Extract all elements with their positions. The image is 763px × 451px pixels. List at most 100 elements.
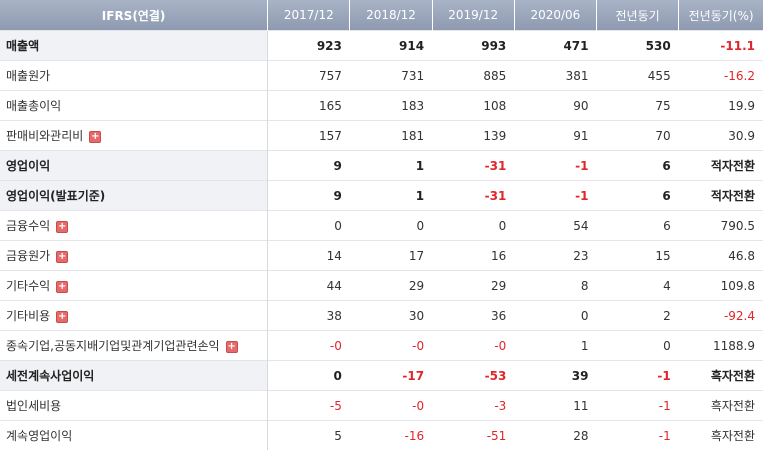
value-cell: 29 [432,270,515,301]
value-cell: 30.9 [678,120,763,151]
value-cell: 0 [267,360,350,391]
value-cell: 993 [432,30,515,61]
expand-plus-icon[interactable]: + [56,280,69,293]
expand-plus-icon[interactable]: + [225,340,238,353]
row-label: 기타수익 [6,279,51,293]
row-label: 세전계속사업이익 [6,369,95,383]
table-row: 세전계속사업이익 0 -17 -53 39 -1 흑자전환 [0,360,763,391]
row-label-cell: 금융수익 + [0,210,269,241]
value-cell: 16 [432,240,515,271]
value-cell: 183 [349,90,433,121]
header-cell: 2018/12 [349,0,433,31]
value-cell: 23 [514,240,597,271]
value-cell: 8 [514,270,597,301]
value-cell: -0 [267,330,350,361]
value-cell: 19.9 [678,90,763,121]
value-cell: 885 [432,60,515,91]
value-cell: 139 [432,120,515,151]
value-cell: 790.5 [678,210,763,241]
row-label: 계속영업이익 [6,429,73,443]
header-cell: 2020/06 [513,0,597,31]
value-cell: 181 [349,120,433,151]
value-cell: 적자전환 [678,180,763,211]
value-cell: 9 [267,150,350,181]
value-cell: 흑자전환 [678,390,763,421]
value-cell: -16 [349,420,433,450]
value-cell: 923 [267,30,350,61]
value-cell: -1 [596,360,679,391]
row-label: 영업이익 [6,159,51,173]
value-cell: -51 [432,420,515,450]
row-label: 금융수익 [6,219,51,233]
value-cell: 30 [349,300,433,331]
expand-plus-icon[interactable]: + [56,220,69,233]
header-cell: IFRS(연결) [0,0,268,31]
value-cell: -0 [349,390,433,421]
value-cell: 1 [349,150,433,181]
header-row: IFRS(연결) 2017/12 2018/12 2019/12 2020/06… [0,0,763,31]
financial-table: IFRS(연결) 2017/12 2018/12 2019/12 2020/06… [0,0,763,450]
value-cell: -5 [267,390,350,421]
value-cell: 165 [267,90,350,121]
value-cell: -92.4 [678,300,763,331]
value-cell: -53 [432,360,515,391]
value-cell: 39 [514,360,597,391]
row-label-cell: 기타비용 + [0,300,269,331]
row-label-cell: 법인세비용 [0,390,269,421]
value-cell: 75 [596,90,679,121]
row-label-cell: 기타수익 + [0,270,269,301]
value-cell: 455 [596,60,679,91]
value-cell: 381 [514,60,597,91]
value-cell: -31 [432,150,515,181]
value-cell: 0 [432,210,515,241]
value-cell: 6 [596,150,679,181]
value-cell: 914 [349,30,433,61]
value-cell: -11.1 [678,30,763,61]
table-row: 매출액 923 914 993 471 530 -11.1 [0,30,763,61]
expand-plus-icon[interactable]: + [56,310,69,323]
expand-plus-icon[interactable]: + [56,250,69,263]
row-label: 기타비용 [6,309,51,323]
value-cell: 2 [596,300,679,331]
table-row: 기타수익 +44 29 29 8 4 109.8 [0,270,763,301]
value-cell: 6 [596,210,679,241]
row-label: 매출액 [6,39,40,53]
value-cell: 적자전환 [678,150,763,181]
value-cell: 44 [267,270,350,301]
row-label-cell: 매출총이익 [0,90,269,121]
value-cell: 29 [349,270,433,301]
value-cell: 흑자전환 [678,420,763,450]
value-cell: 0 [514,300,597,331]
value-cell: -17 [349,360,433,391]
value-cell: -1 [514,150,597,181]
value-cell: 38 [267,300,350,331]
table-row: 금융수익 +0 0 0 54 6 790.5 [0,210,763,241]
table-row: 매출총이익 165 183 108 90 75 19.9 [0,90,763,121]
table-row: 종속기업,공동지배기업및관계기업관련손익 + -0 -0 -0 1 0 1188.9 [0,330,763,361]
value-cell: 90 [514,90,597,121]
row-label-cell: 판매비와관리비 + [0,120,269,151]
row-label-cell: 영업이익 [0,150,269,181]
row-label-cell: 계속영업이익 [0,420,269,450]
value-cell: -1 [596,420,679,450]
row-label: 판매비와관리비 [6,129,84,143]
value-cell: 9 [267,180,350,211]
value-cell: 157 [267,120,350,151]
value-cell: 530 [596,30,679,61]
value-cell: 757 [267,60,350,91]
row-label-cell: 매출액 [0,30,269,61]
row-label: 금융원가 [6,249,51,263]
value-cell: -1 [596,390,679,421]
table-row: 영업이익 9 1 -31 -1 6 적자전환 [0,150,763,181]
value-cell: 0 [349,210,433,241]
value-cell: 흑자전환 [678,360,763,391]
header-cell: 2019/12 [431,0,515,31]
expand-plus-icon[interactable]: + [89,130,102,143]
header-cell: 전년동기 [595,0,679,31]
row-label: 종속기업,공동지배기업및관계기업관련손익 [6,339,220,353]
value-cell: 15 [596,240,679,271]
value-cell: 46.8 [678,240,763,271]
value-cell: 36 [432,300,515,331]
value-cell: 14 [267,240,350,271]
value-cell: 1188.9 [678,330,763,361]
